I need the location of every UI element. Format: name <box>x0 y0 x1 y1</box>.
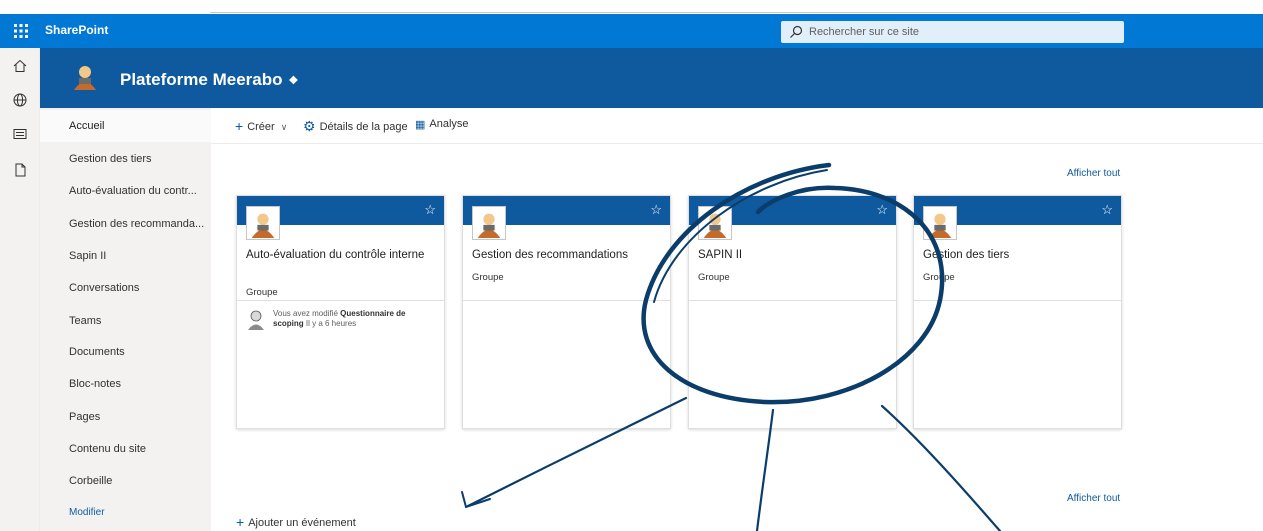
nav-item-gestion-des-tiers[interactable]: Gestion des tiers <box>40 143 211 175</box>
site-card-gestion-des-recommandations[interactable]: ☆ Gestion des recommandations Groupe <box>462 195 671 429</box>
follow-star-icon[interactable]: ☆ <box>424 202 436 218</box>
create-label: Créer <box>247 121 275 133</box>
nav-item-contenu-du-site[interactable]: Contenu du site <box>40 433 211 465</box>
page-details-button[interactable]: ⚙ Détails de la page <box>303 118 408 135</box>
card-type: Groupe <box>698 272 730 283</box>
follow-star-icon[interactable]: ☆ <box>876 202 888 218</box>
card-type: Groupe <box>246 287 278 298</box>
chevron-down-icon: ∨ <box>280 122 288 132</box>
site-avatar <box>472 206 506 240</box>
card-divider <box>689 300 896 301</box>
activity-text: Vous avez modifié Questionnaire de scopi… <box>273 309 433 329</box>
command-bar: + Créer ∨ ⚙ Détails de la page ▦ Analyse <box>211 108 1263 144</box>
analytics-button[interactable]: ▦ Analyse <box>415 118 469 131</box>
teams-icon: ❖ <box>288 75 299 88</box>
user-avatar <box>248 310 264 330</box>
top-divider <box>210 12 1080 13</box>
nav-item-auto-evaluation[interactable]: Auto-évaluation du contr... <box>40 175 211 207</box>
nav-item-conversations[interactable]: Conversations <box>40 272 211 304</box>
add-event-button[interactable]: + Ajouter un événement <box>236 514 356 530</box>
site-title[interactable]: Plateforme Meerabo ❖ <box>120 70 298 90</box>
home-icon[interactable] <box>12 58 28 74</box>
card-type: Groupe <box>923 272 955 283</box>
brand-label[interactable]: SharePoint <box>45 23 108 37</box>
site-card-sapin-ii[interactable]: ☆ SAPIN II Groupe <box>688 195 897 429</box>
site-header: Plateforme Meerabo ❖ <box>40 48 1263 108</box>
gear-icon: ⚙ <box>303 118 316 134</box>
site-avatar <box>923 206 957 240</box>
search-input[interactable] <box>809 24 1109 40</box>
search-icon <box>790 25 803 38</box>
document-icon[interactable] <box>12 162 28 178</box>
nav-item-teams[interactable]: Teams <box>40 305 211 337</box>
nav-item-pages[interactable]: Pages <box>40 401 211 433</box>
annotation-arrow-left-head <box>461 491 491 509</box>
page-details-label: Détails de la page <box>319 121 408 133</box>
site-avatar <box>698 206 732 240</box>
site-card-gestion-des-tiers[interactable]: ☆ Gestion des tiers Groupe <box>913 195 1122 429</box>
card-title[interactable]: Gestion des recommandations <box>472 248 662 263</box>
news-icon[interactable] <box>12 126 28 142</box>
show-all-events-link[interactable]: Afficher tout <box>1067 493 1120 504</box>
site-card-auto-evaluation[interactable]: ☆ Auto-évaluation du contrôle interne Gr… <box>236 195 445 429</box>
nav-item-gestion-des-recommandations[interactable]: Gestion des recommanda... <box>40 208 211 240</box>
activity-prefix: Vous avez modifié <box>273 309 341 318</box>
search-box[interactable] <box>781 21 1124 43</box>
nav-item-bloc-notes[interactable]: Bloc-notes <box>40 368 211 400</box>
globe-icon[interactable] <box>12 92 28 108</box>
add-event-label: Ajouter un événement <box>248 517 356 529</box>
plus-icon: + <box>235 118 244 134</box>
suite-bar: SharePoint <box>0 14 1263 48</box>
site-logo[interactable] <box>70 62 100 92</box>
chart-icon: ▦ <box>415 119 426 131</box>
activity-time: Il y a 6 heures <box>303 319 357 328</box>
show-all-sites-link[interactable]: Afficher tout <box>1067 168 1120 179</box>
plus-icon: + <box>236 514 245 530</box>
nav-item-sapin-ii[interactable]: Sapin II <box>40 240 211 272</box>
card-title[interactable]: Gestion des tiers <box>923 248 1113 263</box>
card-type: Groupe <box>472 272 504 283</box>
nav-item-corbeille[interactable]: Corbeille <box>40 465 211 497</box>
site-avatar <box>246 206 280 240</box>
nav-item-accueil[interactable]: Accueil <box>40 110 211 142</box>
app-launcher-icon[interactable] <box>12 22 30 40</box>
follow-star-icon[interactable]: ☆ <box>1101 202 1113 218</box>
card-divider <box>914 300 1121 301</box>
analytics-label: Analyse <box>429 118 469 130</box>
create-button[interactable]: + Créer ∨ <box>235 118 287 134</box>
nav-item-documents[interactable]: Documents <box>40 336 211 368</box>
follow-star-icon[interactable]: ☆ <box>650 202 662 218</box>
card-divider <box>463 300 670 301</box>
card-divider <box>237 300 444 301</box>
app-rail <box>0 48 40 531</box>
site-title-text: Plateforme Meerabo <box>120 70 283 89</box>
nav-edit-link[interactable]: Modifier <box>40 497 211 529</box>
card-title[interactable]: SAPIN II <box>698 248 888 263</box>
card-title[interactable]: Auto-évaluation du contrôle interne <box>246 248 436 263</box>
left-navigation: Accueil Gestion des tiers Auto-évaluatio… <box>40 108 211 531</box>
